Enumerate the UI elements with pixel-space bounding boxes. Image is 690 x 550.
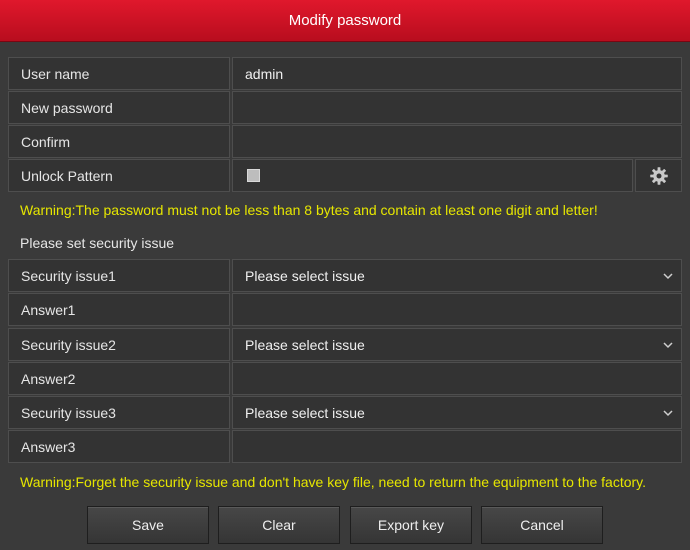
answer-3-cell <box>232 430 682 463</box>
password-warning: Warning:The password must not be less th… <box>20 202 598 218</box>
cancel-button[interactable]: Cancel <box>481 506 603 544</box>
security-heading: Please set security issue <box>20 235 175 251</box>
confirm-label: Confirm <box>8 125 230 158</box>
answer-1-cell <box>232 293 682 326</box>
username-value: admin <box>232 57 682 90</box>
unlock-pattern-row: Unlock Pattern <box>8 159 682 192</box>
confirm-password-input[interactable] <box>245 126 681 157</box>
chevron-down-icon <box>663 342 673 349</box>
new-password-row: New password <box>8 91 682 124</box>
answer-3-input[interactable] <box>245 431 681 462</box>
answer-2-input[interactable] <box>245 363 681 394</box>
security-issue-1-select[interactable]: Please select issue <box>232 259 682 292</box>
answer-1-row: Answer1 <box>8 293 682 326</box>
security-issue-2-label: Security issue2 <box>8 328 230 361</box>
chevron-down-icon <box>663 410 673 417</box>
security-issue-1-label: Security issue1 <box>8 259 230 292</box>
unlock-pattern-settings-button[interactable] <box>635 159 682 192</box>
save-button[interactable]: Save <box>87 506 209 544</box>
dialog-title: Modify password <box>288 12 402 29</box>
answer-3-label: Answer3 <box>8 430 230 463</box>
security-issue-3-select[interactable]: Please select issue <box>232 396 682 429</box>
new-password-field-cell <box>232 91 682 124</box>
confirm-field-cell <box>232 125 682 158</box>
security-issue-3-value: Please select issue <box>245 404 365 421</box>
security-issue-3-row: Security issue3 Please select issue <box>8 396 682 429</box>
clear-button[interactable]: Clear <box>218 506 340 544</box>
unlock-pattern-cell <box>232 159 633 192</box>
answer-2-cell <box>232 362 682 395</box>
unlock-pattern-checkbox[interactable] <box>247 169 260 182</box>
answer-1-input[interactable] <box>245 294 681 325</box>
gear-icon <box>649 166 668 185</box>
security-issue-2-select[interactable]: Please select issue <box>232 328 682 361</box>
security-issue-2-row: Security issue2 Please select issue <box>8 328 682 361</box>
chevron-down-icon <box>663 273 673 280</box>
answer-3-row: Answer3 <box>8 430 682 463</box>
answer-1-label: Answer1 <box>8 293 230 326</box>
confirm-row: Confirm <box>8 125 682 158</box>
security-issue-1-value: Please select issue <box>245 267 365 284</box>
export-key-button[interactable]: Export key <box>350 506 472 544</box>
security-issue-3-label: Security issue3 <box>8 396 230 429</box>
unlock-pattern-label: Unlock Pattern <box>8 159 230 192</box>
new-password-label: New password <box>8 91 230 124</box>
answer-2-row: Answer2 <box>8 362 682 395</box>
factory-warning: Warning:Forget the security issue and do… <box>20 474 647 490</box>
username-label: User name <box>8 57 230 90</box>
dialog-title-bar: Modify password <box>0 0 690 42</box>
security-issue-1-row: Security issue1 Please select issue <box>8 259 682 292</box>
username-row: User name admin <box>8 57 682 90</box>
new-password-input[interactable] <box>245 92 681 123</box>
answer-2-label: Answer2 <box>8 362 230 395</box>
security-issue-2-value: Please select issue <box>245 336 365 353</box>
